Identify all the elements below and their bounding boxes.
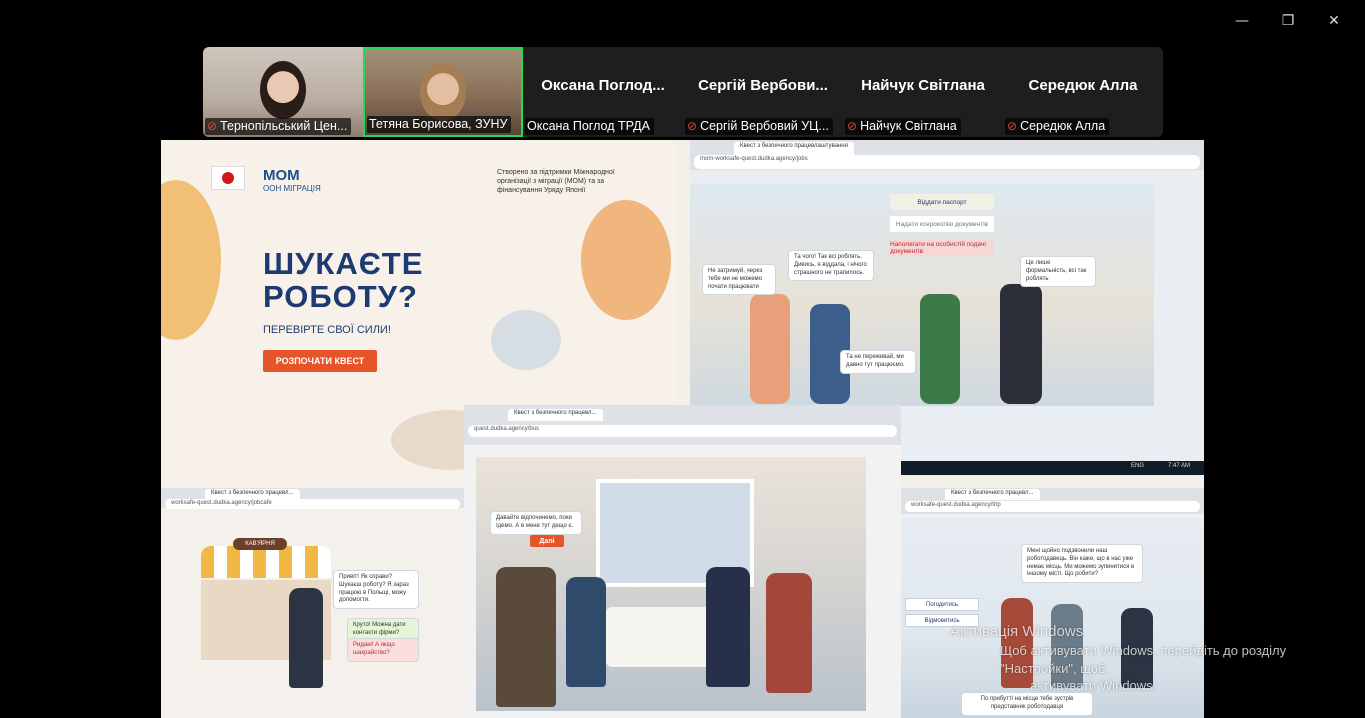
speech-bubble: Давайте відпочинемо, поки їдемо. А в мен… bbox=[490, 511, 582, 535]
quest-cafe-window: Квест з безпечного працевл... worksafe-q… bbox=[161, 488, 464, 718]
character-illustration bbox=[750, 294, 790, 404]
speech-bubble: Та чого! Так всі роблять. Дивись, я відд… bbox=[788, 250, 874, 282]
participant-tile[interactable]: Середюк Алла ⊘ Середюк Алла bbox=[1003, 47, 1163, 137]
narration-text: По прибутті на місце тебе зустрів предст… bbox=[961, 692, 1093, 716]
window-controls: — ❐ ✕ bbox=[1219, 8, 1357, 34]
participant-name: Найчук Світлана bbox=[861, 77, 985, 94]
participant-label: Оксана Поглод ТРДА bbox=[525, 118, 654, 135]
mic-muted-icon: ⊘ bbox=[847, 119, 858, 133]
autumn-tree-illustration bbox=[581, 200, 671, 320]
browser-tab[interactable]: Квест з безпечного працевл... bbox=[945, 489, 1040, 500]
people-illustration bbox=[491, 310, 561, 370]
option-copy-documents[interactable]: Надати ксерокопію документів bbox=[890, 216, 994, 232]
option-insist-personal[interactable]: Наполягати на особистій подачі документі… bbox=[890, 240, 994, 256]
character-illustration bbox=[1000, 284, 1042, 404]
character-illustration bbox=[920, 294, 960, 404]
speech-bubble: Привіт! Як справи? Шукаєш роботу? Я зара… bbox=[333, 570, 419, 610]
character-illustration bbox=[289, 588, 323, 688]
next-button[interactable]: Далі bbox=[530, 535, 564, 547]
participant-tile[interactable]: ⊘ Тернопільський Цен... bbox=[203, 47, 363, 137]
browser-chrome: Квест з безпечного працевл... worksafe-q… bbox=[161, 488, 464, 509]
speech-bubble: Не затримуй, через тебе ми не можемо поч… bbox=[702, 264, 776, 296]
participant-label: ⊘ Найчук Світлана bbox=[845, 118, 961, 135]
participant-tile[interactable]: Оксана Поглод... Оксана Поглод ТРДА bbox=[523, 47, 683, 137]
japan-flag-icon bbox=[211, 166, 245, 190]
participant-label: Тетяна Борисова, ЗУНУ bbox=[367, 116, 512, 133]
restore-button[interactable]: ❐ bbox=[1265, 8, 1311, 34]
reply-option[interactable]: Ридаю! А якщо шахрайство? bbox=[347, 638, 419, 662]
participant-label: ⊘ Сергій Вербовий УЦ... bbox=[685, 118, 833, 135]
browser-chrome: Квест з безпечного працевлаштування mom-… bbox=[690, 140, 1204, 170]
address-bar[interactable]: worksafe-quest.dudka.agency/jobcafe bbox=[165, 499, 460, 509]
participant-strip: ⊘ Тернопільський Цен... Тетяна Борисова,… bbox=[203, 47, 1163, 137]
participant-label: ⊘ Тернопільський Цен... bbox=[205, 118, 352, 135]
agree-button[interactable]: Погодитись bbox=[905, 598, 979, 611]
participant-name: Сергій Вербови... bbox=[698, 77, 828, 94]
character-illustration bbox=[706, 567, 750, 687]
cafe-sign: КАВ'ЯРНЯ bbox=[233, 538, 287, 550]
autumn-tree-illustration bbox=[161, 180, 221, 340]
browser-chrome: Квест з безпечного працевл... quest.dudk… bbox=[464, 405, 901, 445]
start-quest-button[interactable]: РОЗПОЧАТИ КВЕСТ bbox=[263, 350, 377, 372]
mic-muted-icon: ⊘ bbox=[1007, 119, 1018, 133]
iom-logo: МОМ ООН МІГРАЦІЯ bbox=[263, 167, 321, 193]
speech-bubble: Та не переживай, ми давно тут працюємо. bbox=[840, 350, 916, 374]
participant-video bbox=[260, 61, 306, 119]
cafe-awning-illustration bbox=[201, 546, 331, 578]
quest-bus-window: Квест з безпечного працевл... quest.dudk… bbox=[464, 405, 901, 718]
windows-activation-watermark: Активація Windows Щоб активувати Windows… bbox=[950, 623, 1287, 694]
subheadline: ПЕРЕВІРТЕ СВОЇ СИЛИ! bbox=[263, 324, 391, 336]
mic-muted-icon: ⊘ bbox=[207, 119, 218, 133]
minimize-button[interactable]: — bbox=[1219, 8, 1265, 34]
browser-chrome: Квест з безпечного працевл... worksafe-q… bbox=[901, 488, 1204, 514]
character-illustration bbox=[766, 573, 812, 693]
sponsor-note: Створено за підтримки Міжнародної органі… bbox=[497, 169, 615, 195]
participant-label: ⊘ Середюк Алла bbox=[1005, 118, 1110, 135]
character-illustration bbox=[496, 567, 556, 707]
participant-video bbox=[420, 63, 466, 121]
speech-bubble: Це лише формальність, всі так роблять bbox=[1020, 256, 1096, 288]
speech-bubble: Мені щойно подзвонили наш роботодавець. … bbox=[1021, 544, 1143, 584]
participant-name: Оксана Поглод... bbox=[541, 77, 665, 94]
option-give-passport[interactable]: Віддати паспорт bbox=[890, 194, 994, 210]
participant-tile-active-speaker[interactable]: Тетяна Борисова, ЗУНУ bbox=[363, 47, 523, 137]
participant-tile[interactable]: Сергій Вербови... ⊘ Сергій Вербовий УЦ..… bbox=[683, 47, 843, 137]
headline: ШУКАЄТЕ РОБОТУ? bbox=[263, 246, 424, 314]
character-illustration bbox=[566, 577, 606, 687]
participant-name: Середюк Алла bbox=[1028, 77, 1138, 94]
taskbar-language: ENG bbox=[1130, 463, 1144, 469]
participant-tile[interactable]: Найчук Світлана ⊘ Найчук Світлана bbox=[843, 47, 1003, 137]
browser-tab[interactable]: Квест з безпечного працевлаштування bbox=[734, 142, 854, 156]
address-bar[interactable]: mom-worksafe-quest.dudka.agency/jobs bbox=[694, 155, 1200, 169]
address-bar[interactable]: worksafe-quest.dudka.agency/trip bbox=[905, 501, 1200, 512]
address-bar[interactable]: quest.dudka.agency/bus bbox=[468, 425, 897, 437]
taskbar-clock: 7:47 AM bbox=[1167, 463, 1190, 469]
browser-tab[interactable]: Квест з безпечного працевл... bbox=[508, 409, 603, 421]
mic-muted-icon: ⊘ bbox=[687, 119, 698, 133]
close-button[interactable]: ✕ bbox=[1311, 8, 1357, 34]
bus-scene: Давайте відпочинемо, поки їдемо. А в мен… bbox=[476, 457, 866, 711]
